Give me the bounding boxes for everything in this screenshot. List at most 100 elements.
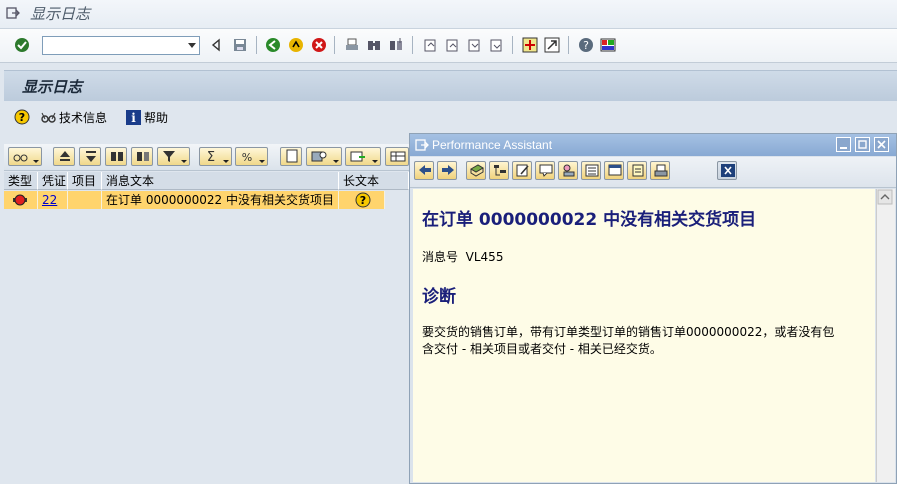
table-row-longtext-cell[interactable]: ?	[339, 191, 385, 209]
subtotal-icon: %	[242, 151, 252, 164]
save-icon[interactable]	[232, 37, 248, 53]
glasses-icon	[41, 112, 56, 123]
grid-toolbar: Σ %	[4, 144, 409, 171]
window-title: 显示日志	[30, 5, 91, 23]
arrow-right-icon	[442, 165, 454, 175]
note-icon	[632, 164, 644, 177]
scroll-up-icon[interactable]	[877, 189, 893, 205]
choose-layout-button[interactable]	[385, 147, 409, 166]
performance-assistant-title: Performance Assistant	[432, 138, 553, 152]
technical-info-button[interactable]	[489, 161, 509, 180]
edit-button[interactable]	[512, 161, 532, 180]
table-row-message-cell[interactable]: 在订单 0000000022 中没有相关交货项目	[102, 191, 339, 209]
print-icon	[654, 164, 668, 177]
bookmark-button[interactable]	[466, 161, 486, 180]
details-button[interactable]	[8, 147, 42, 166]
column-header-type[interactable]: 类型	[4, 172, 38, 190]
window-icon	[608, 164, 622, 176]
exit-icon[interactable]	[6, 6, 20, 20]
previous-page-icon[interactable]	[444, 37, 460, 53]
exit-icon[interactable]	[288, 37, 304, 53]
close-icon	[877, 140, 886, 149]
export-button[interactable]	[306, 147, 342, 166]
display-options-button[interactable]	[604, 161, 624, 180]
screen-header: 显示日志	[4, 70, 897, 101]
back-icon[interactable]	[265, 37, 281, 53]
close-icon	[721, 164, 735, 177]
help-link-button[interactable]: i 帮助	[126, 108, 168, 126]
glossary-button[interactable]	[627, 161, 647, 180]
print-button[interactable]	[650, 161, 670, 180]
find-next-button[interactable]	[131, 147, 153, 166]
help-icon: ?	[14, 109, 30, 125]
subtotal-button[interactable]: %	[235, 147, 268, 166]
performance-assistant-titlebar[interactable]: Performance Assistant	[410, 134, 896, 156]
toolbar-separator	[412, 36, 413, 54]
contents-button[interactable]	[581, 161, 601, 180]
system-toolbar: ?	[0, 29, 897, 63]
layout-icon	[350, 151, 365, 162]
performance-assistant-toolbar	[410, 157, 896, 188]
filter-button[interactable]	[157, 147, 190, 166]
first-page-icon[interactable]	[422, 37, 438, 53]
sum-button[interactable]: Σ	[199, 147, 232, 166]
info-icon: i	[126, 109, 141, 125]
back-button[interactable]	[414, 161, 434, 180]
column-header-longtext[interactable]: 长文本	[339, 172, 409, 190]
window-titlebar: 显示日志	[0, 0, 897, 29]
close-assistant-button[interactable]	[717, 161, 737, 180]
page-title: 显示日志	[22, 78, 83, 96]
new-session-icon[interactable]	[522, 37, 538, 53]
toolbar-separator	[256, 36, 257, 54]
svg-text:i: i	[131, 111, 136, 125]
message-number-value: VL455	[465, 250, 504, 264]
find-button[interactable]	[105, 147, 127, 166]
last-page-icon[interactable]	[488, 37, 504, 53]
minimize-icon	[840, 147, 847, 149]
find-icon[interactable]	[366, 37, 382, 53]
print-icon[interactable]	[344, 37, 360, 53]
command-input[interactable]	[46, 38, 190, 55]
find-next-icon[interactable]	[388, 37, 404, 53]
help-icon[interactable]: ?	[578, 37, 594, 53]
column-header-message[interactable]: 消息文本	[102, 172, 339, 190]
svg-text:?: ?	[583, 39, 589, 52]
diagnosis-text: 要交货的销售订单，带有订单类型订单的销售订单0000000022，或者没有包 含…	[422, 324, 870, 358]
performance-assistant-window: Performance Assistant 在订单 0000000022 中没有…	[409, 133, 897, 484]
chevron-down-icon[interactable]	[188, 43, 196, 48]
sort-ascending-button[interactable]	[53, 147, 75, 166]
table-row-type-cell	[4, 191, 38, 209]
tech-info-label: 技术信息	[59, 110, 108, 125]
help-label: 帮助	[144, 110, 169, 125]
sort-ascending-icon	[60, 151, 70, 161]
enter-icon[interactable]	[14, 37, 30, 53]
collapse-arrow-icon[interactable]	[208, 37, 224, 53]
help-button[interactable]: ?	[14, 108, 30, 126]
maximize-button[interactable]	[855, 137, 870, 152]
window-icon	[415, 139, 429, 151]
print-preview-button[interactable]	[280, 147, 302, 166]
customize-layout-icon[interactable]	[600, 37, 616, 53]
shortcut-icon[interactable]	[544, 37, 560, 53]
column-header-item[interactable]: 项目	[68, 172, 102, 190]
vertical-scrollbar[interactable]	[876, 189, 895, 482]
sort-descending-button[interactable]	[79, 147, 101, 166]
command-field[interactable]	[42, 36, 200, 55]
help-icon[interactable]: ?	[355, 192, 371, 208]
comment-icon	[539, 164, 553, 177]
forward-button[interactable]	[437, 161, 457, 180]
tech-info-button[interactable]: 技术信息	[40, 108, 107, 126]
pencil-icon	[516, 164, 529, 177]
sum-icon: Σ	[207, 150, 215, 164]
layout-button[interactable]	[345, 147, 381, 166]
comment-button[interactable]	[535, 161, 555, 180]
close-button[interactable]	[874, 137, 889, 152]
personal-notes-button[interactable]	[558, 161, 578, 180]
next-page-icon[interactable]	[466, 37, 482, 53]
cancel-icon[interactable]	[311, 37, 327, 53]
table-row-document-link[interactable]: 22	[38, 191, 68, 209]
column-header-document[interactable]: 凭证	[38, 172, 68, 190]
message-number-label: 消息号	[422, 250, 459, 264]
message-number: 消息号 VL455	[422, 248, 503, 265]
minimize-button[interactable]	[836, 137, 851, 152]
